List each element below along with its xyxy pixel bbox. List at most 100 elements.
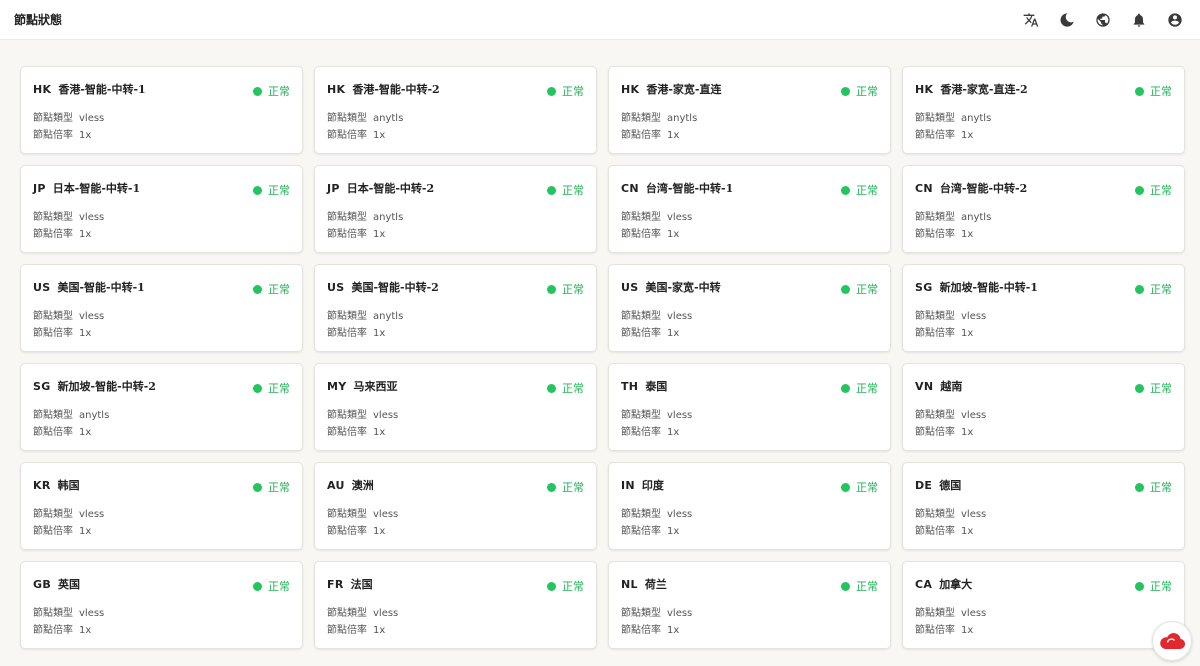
node-rate-label: 節點倍率 bbox=[33, 427, 73, 438]
status-text: 正常 bbox=[1150, 382, 1172, 395]
node-type-value: vless bbox=[667, 212, 693, 223]
node-card[interactable]: IN 印度 正常 節點類型 vless 節點倍率 1x bbox=[608, 462, 891, 550]
node-rate-value: 1x bbox=[373, 130, 386, 141]
node-type-value: vless bbox=[79, 311, 105, 322]
node-card[interactable]: JP 日本-智能-中转-2 正常 節點類型 anytls 節點倍率 1x bbox=[314, 165, 597, 253]
node-card[interactable]: SG 新加坡-智能-中转-2 正常 節點類型 anytls 節點倍率 1x bbox=[20, 363, 303, 451]
moon-icon[interactable] bbox=[1056, 9, 1078, 31]
node-card[interactable]: NL 荷兰 正常 節點類型 vless 節點倍率 1x bbox=[608, 561, 891, 649]
node-meta: 節點類型 vless 節點倍率 1x bbox=[33, 110, 290, 144]
node-rate-label: 節點倍率 bbox=[327, 427, 367, 438]
node-card[interactable]: KR 韩国 正常 節點類型 vless 節點倍率 1x bbox=[20, 462, 303, 550]
node-meta: 節點類型 vless 節點倍率 1x bbox=[915, 308, 1172, 342]
node-type-row: 節點類型 vless bbox=[327, 407, 584, 424]
node-type-row: 節點類型 vless bbox=[621, 407, 878, 424]
node-rate-label: 節點倍率 bbox=[327, 130, 367, 141]
node-rate-row: 節點倍率 1x bbox=[327, 424, 584, 441]
node-name: 台湾-智能-中转-2 bbox=[939, 182, 1028, 195]
node-rate-label: 節點倍率 bbox=[33, 526, 73, 537]
status-text: 正常 bbox=[268, 283, 290, 296]
status-dot-icon bbox=[253, 482, 262, 492]
node-region-code: HK bbox=[915, 82, 934, 96]
node-header: CN 台湾-智能-中转-1 bbox=[621, 180, 878, 196]
node-type-value: vless bbox=[667, 509, 693, 520]
node-type-label: 節點類型 bbox=[621, 509, 661, 520]
node-name: 香港-家宽-直连-2 bbox=[940, 83, 1028, 96]
node-rate-value: 1x bbox=[961, 328, 974, 339]
node-rate-label: 節點倍率 bbox=[621, 130, 661, 141]
status-badge: 正常 bbox=[253, 479, 290, 495]
node-card[interactable]: HK 香港-智能-中转-2 正常 節點類型 anytls 節點倍率 1x bbox=[314, 66, 597, 154]
status-dot-icon bbox=[841, 383, 850, 393]
status-dot-icon bbox=[1135, 581, 1144, 591]
node-rate-value: 1x bbox=[961, 526, 974, 537]
node-card[interactable]: CN 台湾-智能-中转-2 正常 節點類型 anytls 節點倍率 1x bbox=[902, 165, 1185, 253]
status-dot-icon bbox=[1135, 185, 1144, 195]
status-text: 正常 bbox=[1150, 85, 1172, 98]
node-type-value: vless bbox=[79, 113, 105, 124]
node-card[interactable]: US 美国-家宽-中转 正常 節點類型 vless 節點倍率 1x bbox=[608, 264, 891, 352]
node-header: US 美国-智能-中转-2 bbox=[327, 279, 584, 295]
node-type-row: 節點類型 vless bbox=[621, 605, 878, 622]
node-type-value: anytls bbox=[667, 113, 698, 124]
node-rate-label: 節點倍率 bbox=[327, 526, 367, 537]
node-type-label: 節點類型 bbox=[33, 212, 73, 223]
node-rate-label: 節點倍率 bbox=[621, 328, 661, 339]
node-card[interactable]: AU 澳洲 正常 節點類型 vless 節點倍率 1x bbox=[314, 462, 597, 550]
node-rate-value: 1x bbox=[961, 625, 974, 636]
node-type-row: 節點類型 vless bbox=[33, 209, 290, 226]
status-badge: 正常 bbox=[1135, 83, 1172, 99]
status-text: 正常 bbox=[562, 85, 584, 98]
status-dot-icon bbox=[253, 383, 262, 393]
node-meta: 節點類型 anytls 節點倍率 1x bbox=[915, 209, 1172, 243]
node-type-label: 節點類型 bbox=[621, 212, 661, 223]
node-meta: 節點類型 anytls 節點倍率 1x bbox=[915, 110, 1172, 144]
node-rate-label: 節點倍率 bbox=[915, 625, 955, 636]
node-region-code: SG bbox=[33, 379, 51, 393]
node-meta: 節點類型 anytls 節點倍率 1x bbox=[327, 110, 584, 144]
node-card[interactable]: HK 香港-家宽-直连 正常 節點類型 anytls 節點倍率 1x bbox=[608, 66, 891, 154]
node-rate-value: 1x bbox=[667, 130, 680, 141]
node-rate-row: 節點倍率 1x bbox=[327, 127, 584, 144]
node-card[interactable]: HK 香港-家宽-直连-2 正常 節點類型 anytls 節點倍率 1x bbox=[902, 66, 1185, 154]
node-card[interactable]: GB 英国 正常 節點類型 vless 節點倍率 1x bbox=[20, 561, 303, 649]
node-header: MY 马来西亚 bbox=[327, 378, 584, 394]
cloud-logo-button[interactable] bbox=[1152, 621, 1192, 661]
node-card[interactable]: CN 台湾-智能-中转-1 正常 節點類型 vless 節點倍率 1x bbox=[608, 165, 891, 253]
node-type-label: 節點類型 bbox=[621, 608, 661, 619]
bell-icon[interactable] bbox=[1128, 9, 1150, 31]
node-type-value: vless bbox=[373, 410, 399, 421]
node-card[interactable]: DE 德国 正常 節點類型 vless 節點倍率 1x bbox=[902, 462, 1185, 550]
node-name: 泰国 bbox=[645, 380, 668, 393]
node-card[interactable]: JP 日本-智能-中转-1 正常 節點類型 vless 節點倍率 1x bbox=[20, 165, 303, 253]
status-dot-icon bbox=[1135, 86, 1144, 96]
node-header: CA 加拿大 bbox=[915, 576, 1172, 592]
status-dot-icon bbox=[1135, 383, 1144, 393]
node-name: 加拿大 bbox=[939, 578, 973, 591]
node-card[interactable]: MY 马来西亚 正常 節點類型 vless 節點倍率 1x bbox=[314, 363, 597, 451]
node-card[interactable]: VN 越南 正常 節點類型 vless 節點倍率 1x bbox=[902, 363, 1185, 451]
node-rate-label: 節點倍率 bbox=[327, 328, 367, 339]
node-card[interactable]: SG 新加坡-智能-中转-1 正常 節點類型 vless 節點倍率 1x bbox=[902, 264, 1185, 352]
node-card[interactable]: FR 法国 正常 節點類型 vless 節點倍率 1x bbox=[314, 561, 597, 649]
node-type-value: vless bbox=[79, 212, 105, 223]
node-card[interactable]: HK 香港-智能-中转-1 正常 節點類型 vless 節點倍率 1x bbox=[20, 66, 303, 154]
node-name: 越南 bbox=[940, 380, 963, 393]
node-rate-row: 節點倍率 1x bbox=[33, 325, 290, 342]
node-rate-label: 節點倍率 bbox=[621, 229, 661, 240]
node-type-label: 節點類型 bbox=[915, 608, 955, 619]
node-header: CN 台湾-智能-中转-2 bbox=[915, 180, 1172, 196]
node-card[interactable]: CA 加拿大 正常 節點類型 vless 節點倍率 1x bbox=[902, 561, 1185, 649]
node-header: JP 日本-智能-中转-1 bbox=[33, 180, 290, 196]
node-rate-row: 節點倍率 1x bbox=[327, 226, 584, 243]
node-rate-row: 節點倍率 1x bbox=[915, 226, 1172, 243]
node-card[interactable]: US 美国-智能-中转-1 正常 節點類型 vless 節點倍率 1x bbox=[20, 264, 303, 352]
node-meta: 節點類型 anytls 節點倍率 1x bbox=[33, 407, 290, 441]
status-text: 正常 bbox=[856, 184, 878, 197]
translate-icon[interactable] bbox=[1020, 9, 1042, 31]
globe-icon[interactable] bbox=[1092, 9, 1114, 31]
node-card[interactable]: TH 泰国 正常 節點類型 vless 節點倍率 1x bbox=[608, 363, 891, 451]
node-rate-value: 1x bbox=[667, 427, 680, 438]
node-card[interactable]: US 美国-智能-中转-2 正常 節點類型 anytls 節點倍率 1x bbox=[314, 264, 597, 352]
user-icon[interactable] bbox=[1164, 9, 1186, 31]
